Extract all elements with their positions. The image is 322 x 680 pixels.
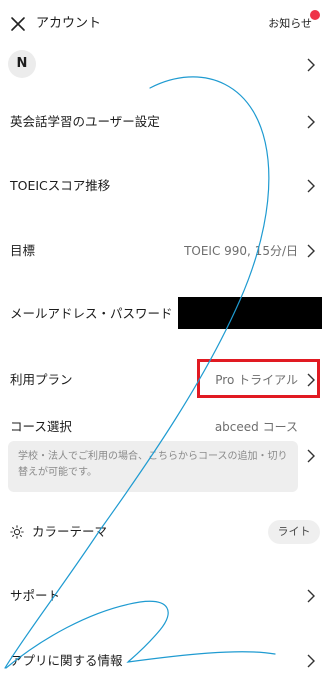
theme-toggle[interactable]: ライト (268, 520, 320, 544)
course-description: 学校・法人でご利用の場合、こちらからコースの追加・切り替えが可能です。 (8, 441, 298, 492)
course-value: abceed コース (214, 420, 298, 434)
theme-label: カラーテーマ (32, 524, 108, 539)
news-button[interactable]: お知らせ (268, 16, 312, 32)
course-label: コース選択 (10, 419, 72, 434)
avatar: N (8, 50, 36, 78)
chevron-right-icon (307, 179, 315, 193)
page-title: アカウント (36, 16, 102, 31)
goal-label: 目標 (10, 243, 36, 258)
chevron-right-icon (307, 589, 315, 603)
email-password-label: メールアドレス・パスワード (10, 306, 173, 321)
toeic-score-label: TOEICスコア推移 (10, 178, 111, 193)
chevron-right-icon (307, 115, 315, 129)
chevron-right-icon (307, 449, 315, 463)
user-settings-row[interactable]: 英会話学習のユーザー設定 (0, 108, 322, 136)
toeic-score-row[interactable]: TOEICスコア推移 (0, 172, 322, 200)
user-settings-label: 英会話学習のユーザー設定 (10, 114, 160, 129)
account-page: アカウント お知らせ N 英会話学習のユーザー設定 TOEICスコア推移 目標 … (0, 0, 322, 680)
app-info-row[interactable]: アプリに関する情報 (0, 647, 322, 675)
goal-row[interactable]: 目標 TOEIC 990, 15分/日 (0, 237, 322, 265)
hand-drawn-annotation (4, 76, 276, 669)
highlight-box (197, 359, 320, 398)
app-info-label: アプリに関する情報 (10, 653, 123, 668)
close-icon[interactable] (8, 14, 28, 34)
plan-label: 利用プラン (10, 372, 73, 387)
support-row[interactable]: サポート (0, 582, 322, 610)
header: アカウント お知らせ (0, 0, 322, 48)
redaction-box (178, 297, 322, 329)
chevron-right-icon (307, 58, 315, 72)
chevron-right-icon (307, 654, 315, 668)
support-label: サポート (10, 588, 61, 603)
goal-value: TOEIC 990, 15分/日 (184, 244, 298, 258)
sun-icon (10, 525, 24, 539)
chevron-right-icon (307, 244, 315, 258)
profile-row[interactable]: N (0, 48, 322, 82)
notification-badge (310, 10, 320, 20)
